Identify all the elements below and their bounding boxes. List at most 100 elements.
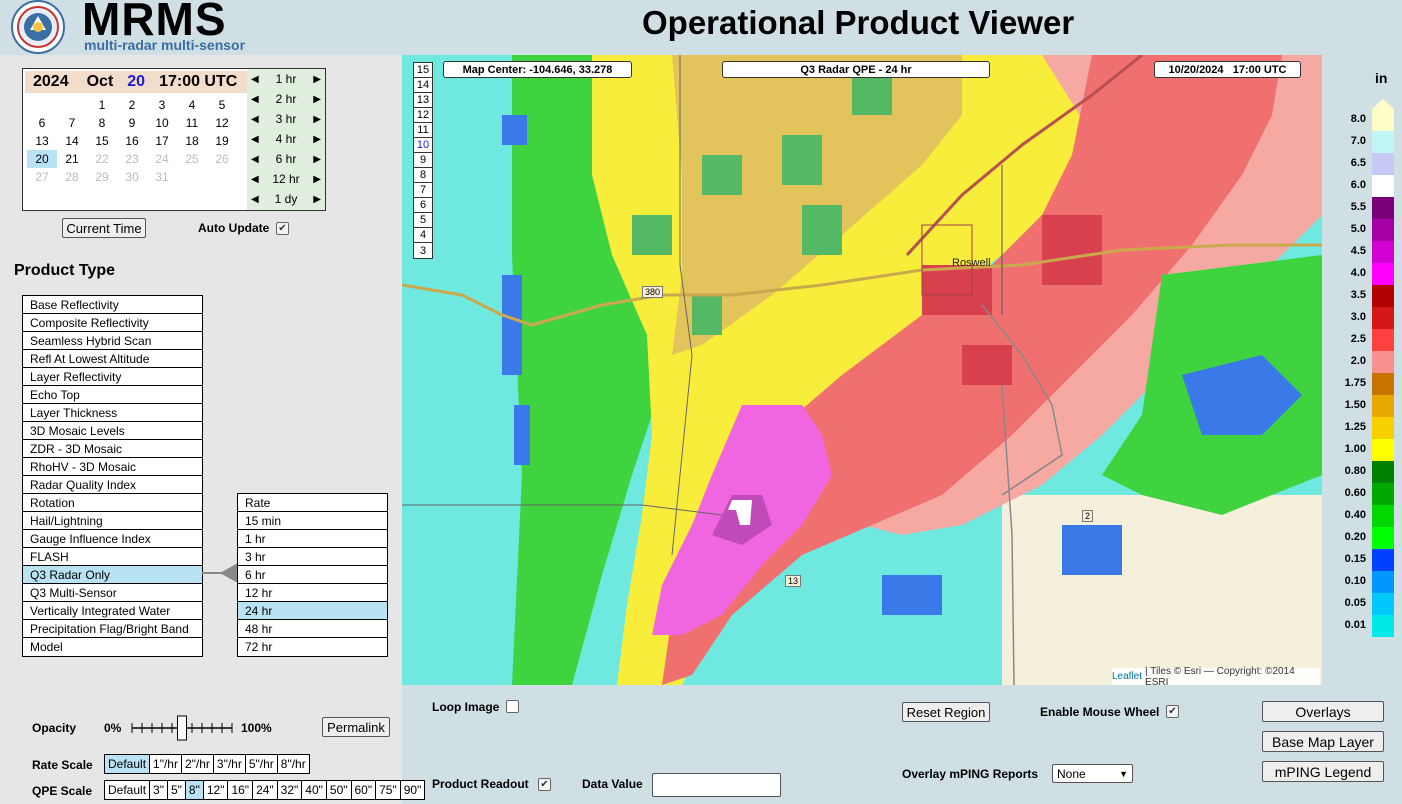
qpe-scale-option[interactable]: 16"	[228, 781, 254, 799]
calendar-day-cell[interactable]: 31	[147, 168, 177, 186]
zoom-level-option[interactable]: 15	[414, 63, 432, 78]
opacity-slider[interactable]	[130, 714, 234, 742]
zoom-level-option[interactable]: 10	[414, 138, 432, 153]
product-item[interactable]: RhoHV - 3D Mosaic	[23, 458, 202, 476]
product-item[interactable]: Echo Top	[23, 386, 202, 404]
qpe-scale-option[interactable]: 90"	[401, 781, 425, 799]
calendar-day-cell[interactable]: 12	[207, 114, 237, 132]
calendar-day-cell[interactable]: 3	[147, 96, 177, 114]
calendar-day-cell[interactable]: 19	[207, 132, 237, 150]
calendar-day-cell[interactable]: 18	[177, 132, 207, 150]
calendar-day-cell[interactable]: 13	[27, 132, 57, 150]
product-item[interactable]: Base Reflectivity	[23, 296, 202, 314]
calendar-day-cell[interactable]: 21	[57, 150, 87, 168]
zoom-level-option[interactable]: 7	[414, 183, 432, 198]
step-back-icon[interactable]: ◀	[251, 74, 259, 85]
opacity-slider-thumb[interactable]	[177, 715, 187, 741]
qpe-scale-option[interactable]: 5"	[168, 781, 186, 799]
product-sub-item[interactable]: 72 hr	[238, 638, 387, 656]
step-forward-icon[interactable]: ▶	[313, 174, 321, 185]
zoom-level-option[interactable]: 11	[414, 123, 432, 138]
rate-scale-option[interactable]: 5"/hr	[246, 755, 278, 773]
zoom-level-option[interactable]: 6	[414, 198, 432, 213]
calendar-day-cell[interactable]: 1	[87, 96, 117, 114]
zoom-level-option[interactable]: 8	[414, 168, 432, 183]
product-item[interactable]: Composite Reflectivity	[23, 314, 202, 332]
step-back-icon[interactable]: ◀	[251, 94, 259, 105]
product-item[interactable]: Hail/Lightning	[23, 512, 202, 530]
rate-scale-option[interactable]: 1"/hr	[150, 755, 182, 773]
calendar-day-cell[interactable]: 2	[117, 96, 147, 114]
calendar-month[interactable]: Oct	[87, 73, 114, 91]
qpe-scale-option[interactable]: 8"	[185, 781, 204, 799]
calendar-day-cell[interactable]: 14	[57, 132, 87, 150]
qpe-scale-option[interactable]: 24"	[253, 781, 278, 799]
calendar-day-cell[interactable]: 15	[87, 132, 117, 150]
mping-select[interactable]: None ▼	[1052, 764, 1133, 783]
product-sub-item[interactable]: 1 hr	[238, 530, 387, 548]
product-sub-item[interactable]: 24 hr	[238, 602, 387, 620]
rate-scale-option[interactable]: Default	[105, 755, 151, 773]
zoom-level-option[interactable]: 4	[414, 228, 432, 243]
calendar-day[interactable]: 20	[127, 73, 145, 91]
product-item[interactable]: Model	[23, 638, 202, 656]
step-back-icon[interactable]: ◀	[251, 194, 259, 205]
calendar-day-cell[interactable]: 30	[117, 168, 147, 186]
calendar-day-cell[interactable]: 27	[27, 168, 57, 186]
step-forward-icon[interactable]: ▶	[313, 194, 321, 205]
calendar-day-cell[interactable]: 28	[57, 168, 87, 186]
qpe-scale-option[interactable]: 32"	[278, 781, 303, 799]
permalink-button[interactable]: Permalink	[322, 717, 390, 737]
rate-scale-option[interactable]: 8"/hr	[278, 755, 309, 773]
zoom-level-option[interactable]: 14	[414, 78, 432, 93]
current-time-button[interactable]: Current Time	[62, 218, 146, 238]
base-map-layer-button[interactable]: Base Map Layer	[1262, 731, 1384, 752]
product-item[interactable]: Refl At Lowest Altitude	[23, 350, 202, 368]
product-sub-item[interactable]: 15 min	[238, 512, 387, 530]
calendar-day-cell[interactable]: 10	[147, 114, 177, 132]
calendar-day-cell[interactable]: 17	[147, 132, 177, 150]
rate-scale-option[interactable]: 2"/hr	[182, 755, 214, 773]
calendar-day-cell[interactable]: 4	[177, 96, 207, 114]
step-back-icon[interactable]: ◀	[251, 154, 259, 165]
calendar-day-cell[interactable]: 26	[207, 150, 237, 168]
zoom-level-option[interactable]: 13	[414, 93, 432, 108]
calendar-day-cell[interactable]: 7	[57, 114, 87, 132]
calendar-day-cell[interactable]: 25	[177, 150, 207, 168]
calendar-day-cell[interactable]: 29	[87, 168, 117, 186]
product-item[interactable]: Rotation	[23, 494, 202, 512]
calendar-day-cell[interactable]: 23	[117, 150, 147, 168]
step-back-icon[interactable]: ◀	[251, 174, 259, 185]
step-back-icon[interactable]: ◀	[251, 134, 259, 145]
qpe-scale-option[interactable]: 3"	[150, 781, 168, 799]
product-item[interactable]: 3D Mosaic Levels	[23, 422, 202, 440]
qpe-scale-option[interactable]: 40"	[302, 781, 327, 799]
loop-image-checkbox[interactable]	[506, 700, 519, 713]
product-item[interactable]: Layer Reflectivity	[23, 368, 202, 386]
step-forward-icon[interactable]: ▶	[313, 154, 321, 165]
product-item[interactable]: Radar Quality Index	[23, 476, 202, 494]
reset-region-button[interactable]: Reset Region	[902, 702, 990, 722]
enable-mouse-wheel-checkbox[interactable]: ✔	[1166, 705, 1179, 718]
step-forward-icon[interactable]: ▶	[313, 74, 321, 85]
qpe-scale-option[interactable]: 50"	[327, 781, 352, 799]
product-sub-item[interactable]: 6 hr	[238, 566, 387, 584]
product-sub-item[interactable]: 3 hr	[238, 548, 387, 566]
product-sub-item[interactable]: 12 hr	[238, 584, 387, 602]
product-sub-item[interactable]: Rate	[238, 494, 387, 512]
qpe-scale-option[interactable]: 60"	[352, 781, 377, 799]
calendar-day-cell[interactable]: 22	[87, 150, 117, 168]
zoom-level-option[interactable]: 5	[414, 213, 432, 228]
product-item[interactable]: Gauge Influence Index	[23, 530, 202, 548]
calendar-time[interactable]: 17:00 UTC	[159, 73, 237, 91]
calendar-day-cell[interactable]: 11	[177, 114, 207, 132]
step-forward-icon[interactable]: ▶	[313, 94, 321, 105]
leaflet-link[interactable]: Leaflet	[1112, 671, 1142, 682]
product-item[interactable]: Q3 Radar Only	[23, 566, 202, 584]
step-back-icon[interactable]: ◀	[251, 114, 259, 125]
product-sub-item[interactable]: 48 hr	[238, 620, 387, 638]
radar-map[interactable]: Roswell 380 13 2	[402, 55, 1322, 685]
product-item[interactable]: Layer Thickness	[23, 404, 202, 422]
zoom-level-option[interactable]: 3	[414, 243, 432, 258]
overlays-button[interactable]: Overlays	[1262, 701, 1384, 722]
